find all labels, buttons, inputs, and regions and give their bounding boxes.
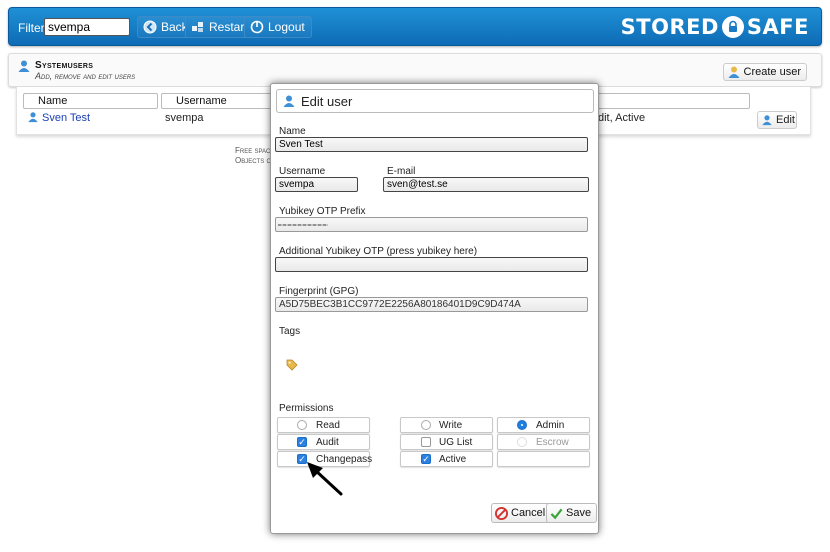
create-user-button[interactable]: Create user <box>722 63 807 81</box>
fingerprint-field[interactable]: A5D75BEC3B1CC9772E2256A80186401D9C9D474A <box>275 297 588 312</box>
section-title: Systemusers <box>35 60 94 71</box>
user-icon <box>283 95 295 107</box>
fingerprint-label: Fingerprint (GPG) <box>279 286 359 297</box>
admin-radio[interactable] <box>517 420 527 430</box>
back-icon <box>143 20 157 34</box>
dialog-title: Edit user <box>301 93 353 109</box>
cancel-label: Cancel <box>511 507 546 519</box>
create-user-label: Create user <box>743 66 801 78</box>
tags-label: Tags <box>279 326 301 337</box>
logout-button-label: Logout <box>268 20 305 34</box>
column-header-extra <box>597 93 750 109</box>
edit-button-label: Edit <box>776 114 795 126</box>
user-username: svempa <box>165 112 204 124</box>
logo-text-left: STORED <box>620 15 719 39</box>
audit-label: Audit <box>316 437 339 448</box>
yubikey-otp-label: Additional Yubikey OTP (press yubikey he… <box>279 246 478 257</box>
user-name-link[interactable]: Sven Test <box>42 112 90 124</box>
perm-empty-slot <box>497 451 590 467</box>
redacted-value <box>278 224 328 226</box>
back-button-label: Back <box>161 20 188 34</box>
storedsafe-logo: STORED SAFE <box>621 15 809 39</box>
annotation-arrow-icon <box>307 462 343 496</box>
perm-escrow: Escrow <box>497 434 590 450</box>
email-label: E-mail <box>387 166 416 177</box>
edit-user-button[interactable]: Edit <box>757 111 797 129</box>
add-user-icon <box>728 66 740 78</box>
audit-checkbox[interactable]: ✓ <box>297 437 307 447</box>
name-label: Name <box>279 126 306 137</box>
perm-read[interactable]: Read <box>277 417 370 433</box>
escrow-label: Escrow <box>536 437 569 448</box>
perm-active[interactable]: ✓ Active <box>400 451 493 467</box>
yubikey-prefix-label: Yubikey OTP Prefix <box>279 206 366 217</box>
checkmark-icon <box>550 508 563 519</box>
read-label: Read <box>316 420 340 431</box>
perm-audit[interactable]: ✓ Audit <box>277 434 370 450</box>
escrow-radio <box>517 437 527 447</box>
section-subtitle: Add, remove and edit users <box>35 71 136 81</box>
user-permissions-status: dit, Active <box>598 112 646 124</box>
logout-icon <box>250 20 264 34</box>
lock-icon <box>721 16 744 38</box>
cancel-button[interactable]: Cancel <box>491 503 552 523</box>
restart-icon <box>192 22 203 32</box>
yubikey-otp-field[interactable] <box>275 257 588 272</box>
dialog-header: Edit user <box>276 89 594 113</box>
cancel-icon <box>495 506 508 520</box>
username-label: Username <box>279 166 326 177</box>
uglist-label: UG List <box>439 437 473 448</box>
active-checkbox[interactable]: ✓ <box>421 454 431 464</box>
user-row-icon <box>28 112 38 123</box>
logo-text-right: SAFE <box>746 15 809 39</box>
email-field[interactable]: sven@test.se <box>383 177 589 192</box>
systemusers-section: Systemusers Add, remove and edit users C… <box>8 53 822 87</box>
username-field[interactable]: svempa <box>275 177 358 192</box>
active-label: Active <box>439 454 467 465</box>
column-header-name[interactable]: Name <box>23 93 158 109</box>
admin-label: Admin <box>536 420 565 431</box>
perm-uglist[interactable]: UG List <box>400 434 493 450</box>
top-toolbar: Filter: Back Restart Logout STORED <box>8 7 822 46</box>
column-header-username[interactable]: Username <box>161 93 281 109</box>
write-label: Write <box>439 420 463 431</box>
perm-write[interactable]: Write <box>400 417 493 433</box>
save-label: Save <box>566 507 592 519</box>
user-icon <box>18 60 30 72</box>
edit-user-icon <box>762 115 772 126</box>
restart-button-label: Restart <box>209 20 248 34</box>
yubikey-prefix-field[interactable] <box>275 217 588 232</box>
tag-icon[interactable] <box>286 359 298 371</box>
perm-admin[interactable]: Admin <box>497 417 590 433</box>
read-radio[interactable] <box>297 420 307 430</box>
permissions-label: Permissions <box>279 403 334 414</box>
logout-button[interactable]: Logout <box>244 16 312 38</box>
uglist-checkbox[interactable] <box>421 437 431 447</box>
write-radio[interactable] <box>421 420 431 430</box>
save-button[interactable]: Save <box>546 503 598 523</box>
name-field[interactable]: Sven Test <box>275 137 588 152</box>
filter-input[interactable] <box>44 18 130 36</box>
